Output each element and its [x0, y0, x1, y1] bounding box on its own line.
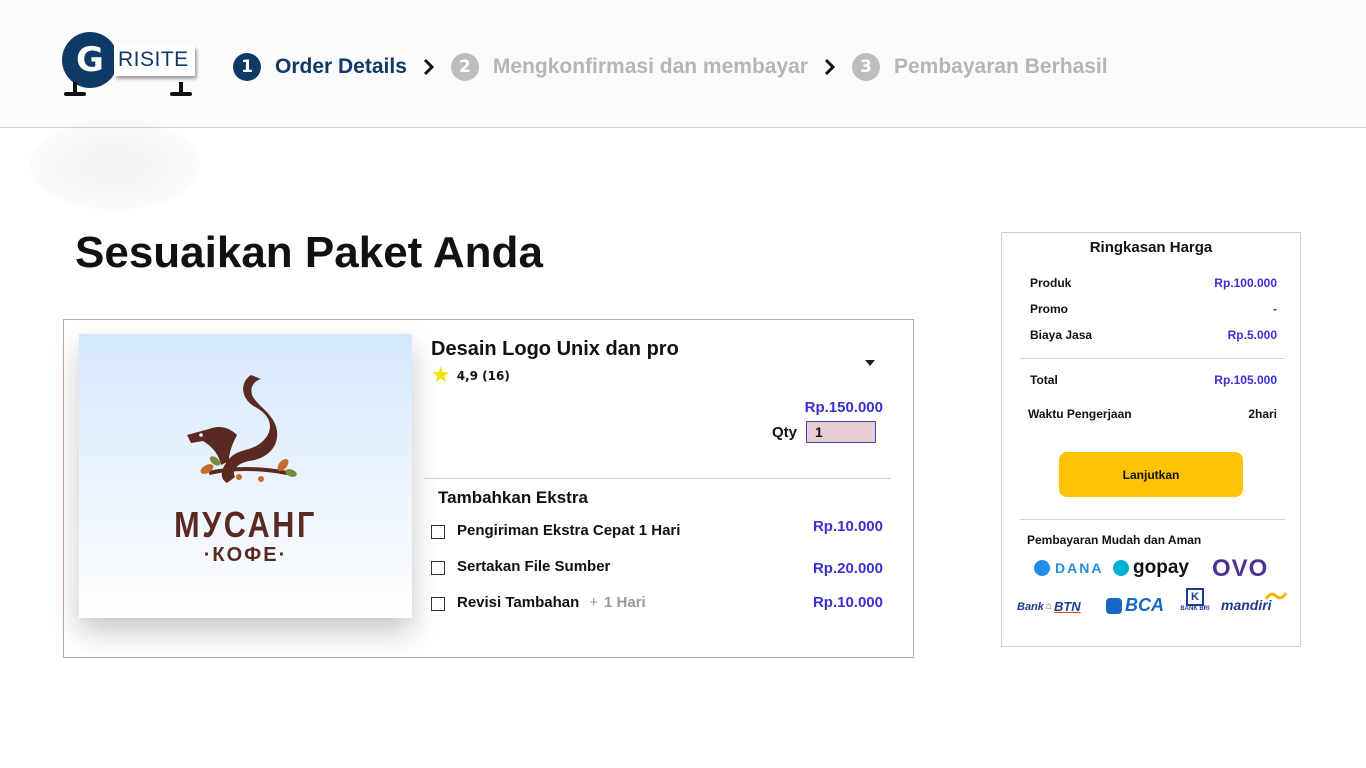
- mandiri-logo: mandiri: [1221, 592, 1287, 613]
- extra-option[interactable]: Pengiriman Ekstra Cepat 1 Hari Rp.10.000: [431, 518, 883, 542]
- header: G RISITE 1 Order Details 2 Mengkonfirmas…: [0, 0, 1366, 128]
- house-icon: ⌂: [1045, 601, 1052, 612]
- bri-logo: K BANK BRI: [1178, 588, 1212, 612]
- continue-button[interactable]: Lanjutkan: [1059, 452, 1243, 497]
- qty-input[interactable]: [806, 421, 876, 443]
- bca-icon: [1106, 597, 1122, 614]
- extra-label: Pengiriman Ekstra Cepat 1 Hari: [457, 522, 681, 539]
- step-number: 3: [851, 53, 880, 81]
- summary-row-product: Produk Rp.100.000: [1030, 276, 1277, 290]
- extra-option[interactable]: Sertakan File Sumber Rp.20.000: [431, 558, 883, 578]
- extra-label-text: Revisi Tambahan: [457, 594, 580, 611]
- extras-title: Tambahkan Ekstra: [438, 488, 588, 507]
- gopay-logo: gopay: [1113, 557, 1189, 579]
- page-title: Sesuaikan Paket Anda: [75, 228, 543, 277]
- summary-row-duration: Waktu Pengerjaan 2hari: [1028, 407, 1277, 421]
- extra-checkbox[interactable]: [431, 597, 445, 611]
- extra-option[interactable]: Revisi Tambahan +1 Hari Rp.10.000: [431, 594, 883, 614]
- price-summary: Ringkasan Harga Produk Rp.100.000 Promo …: [1001, 232, 1301, 647]
- brand-name: МУСАНГ: [174, 504, 317, 545]
- logo[interactable]: G RISITE: [62, 32, 202, 102]
- extra-price: Rp.20.000: [812, 560, 883, 577]
- step-number: 1: [233, 53, 261, 81]
- brand-subtitle: ·КОФЕ·: [203, 544, 288, 566]
- rating-value: 4,9 (16): [456, 369, 510, 383]
- summary-title: Ringkasan Harga: [1089, 239, 1213, 256]
- summary-value: Rp.105.000: [1214, 373, 1277, 387]
- summary-label: Promo: [1030, 302, 1069, 316]
- summary-value: -: [1273, 302, 1277, 316]
- summary-label: Total: [1030, 373, 1058, 387]
- step-label: Mengkonfirmasi dan membayar: [492, 55, 808, 78]
- step-label: Order Details: [275, 55, 407, 78]
- decorative-glow: [30, 120, 200, 210]
- summary-value: Rp.5.000: [1227, 328, 1277, 342]
- summary-value: 2hari: [1248, 407, 1277, 421]
- extra-duration: 1 Hari: [604, 594, 646, 611]
- extra-price: Rp.10.000: [812, 518, 883, 535]
- chevron-right-icon: [824, 58, 836, 76]
- plus-icon: +: [589, 594, 599, 611]
- step-order-details[interactable]: 1 Order Details: [233, 53, 407, 81]
- logo-stand-left: [64, 82, 86, 98]
- dropdown-caret-icon[interactable]: [865, 360, 875, 366]
- extra-label: Revisi Tambahan +1 Hari: [457, 594, 646, 611]
- extra-price: Rp.10.000: [812, 594, 883, 611]
- logo-text: RISITE: [114, 46, 195, 76]
- summary-label: Biaya Jasa: [1030, 328, 1093, 342]
- summary-label: Waktu Pengerjaan: [1028, 407, 1132, 421]
- gopay-icon: [1113, 560, 1129, 576]
- bca-logo: BCA: [1106, 595, 1164, 616]
- mandiri-wave-icon: [1265, 592, 1287, 600]
- divider: [424, 478, 891, 479]
- star-icon: ★: [431, 363, 451, 388]
- product-card: МУСАНГ ·КОФЕ· Desain Logo Unix dan pro ★…: [63, 319, 914, 658]
- checkout-steps: 1 Order Details 2 Mengkonfirmasi dan mem…: [233, 50, 1108, 84]
- product-image: МУСАНГ ·КОФЕ·: [79, 334, 412, 618]
- payment-title: Pembayaran Mudah dan Aman: [1027, 533, 1202, 547]
- summary-row-service-fee: Biaya Jasa Rp.5.000: [1030, 328, 1277, 342]
- summary-row-total: Total Rp.105.000: [1030, 373, 1277, 387]
- extra-label: Sertakan File Sumber: [457, 558, 611, 575]
- weasel-logo-icon: [187, 375, 297, 483]
- chevron-right-icon: [423, 58, 435, 76]
- ovo-logo: OVO: [1212, 555, 1269, 582]
- divider: [1020, 519, 1285, 520]
- summary-row-promo: Promo -: [1030, 302, 1277, 316]
- step-label: Pembayaran Berhasil: [893, 55, 1108, 78]
- extra-checkbox[interactable]: [431, 561, 445, 575]
- step-confirm-pay[interactable]: 2 Mengkonfirmasi dan membayar: [450, 53, 808, 81]
- summary-label: Produk: [1030, 276, 1072, 290]
- step-number: 2: [450, 53, 479, 81]
- divider: [1020, 358, 1285, 359]
- bri-icon: K: [1186, 588, 1204, 606]
- product-name: Desain Logo Unix dan pro: [431, 338, 679, 360]
- summary-value: Rp.100.000: [1214, 276, 1277, 290]
- logo-letter: G: [62, 32, 118, 88]
- dana-icon: [1034, 560, 1050, 576]
- extra-checkbox[interactable]: [431, 525, 445, 539]
- product-rating: ★ 4,9 (16): [431, 365, 510, 387]
- logo-stand-right: [170, 82, 192, 98]
- btn-logo: Bank ⌂ BTN: [1017, 599, 1081, 614]
- product-price: Rp.150.000: [804, 399, 883, 416]
- dana-logo: DANA: [1034, 560, 1103, 576]
- qty-label: Qty: [772, 424, 798, 441]
- step-payment-success[interactable]: 3 Pembayaran Berhasil: [851, 53, 1108, 81]
